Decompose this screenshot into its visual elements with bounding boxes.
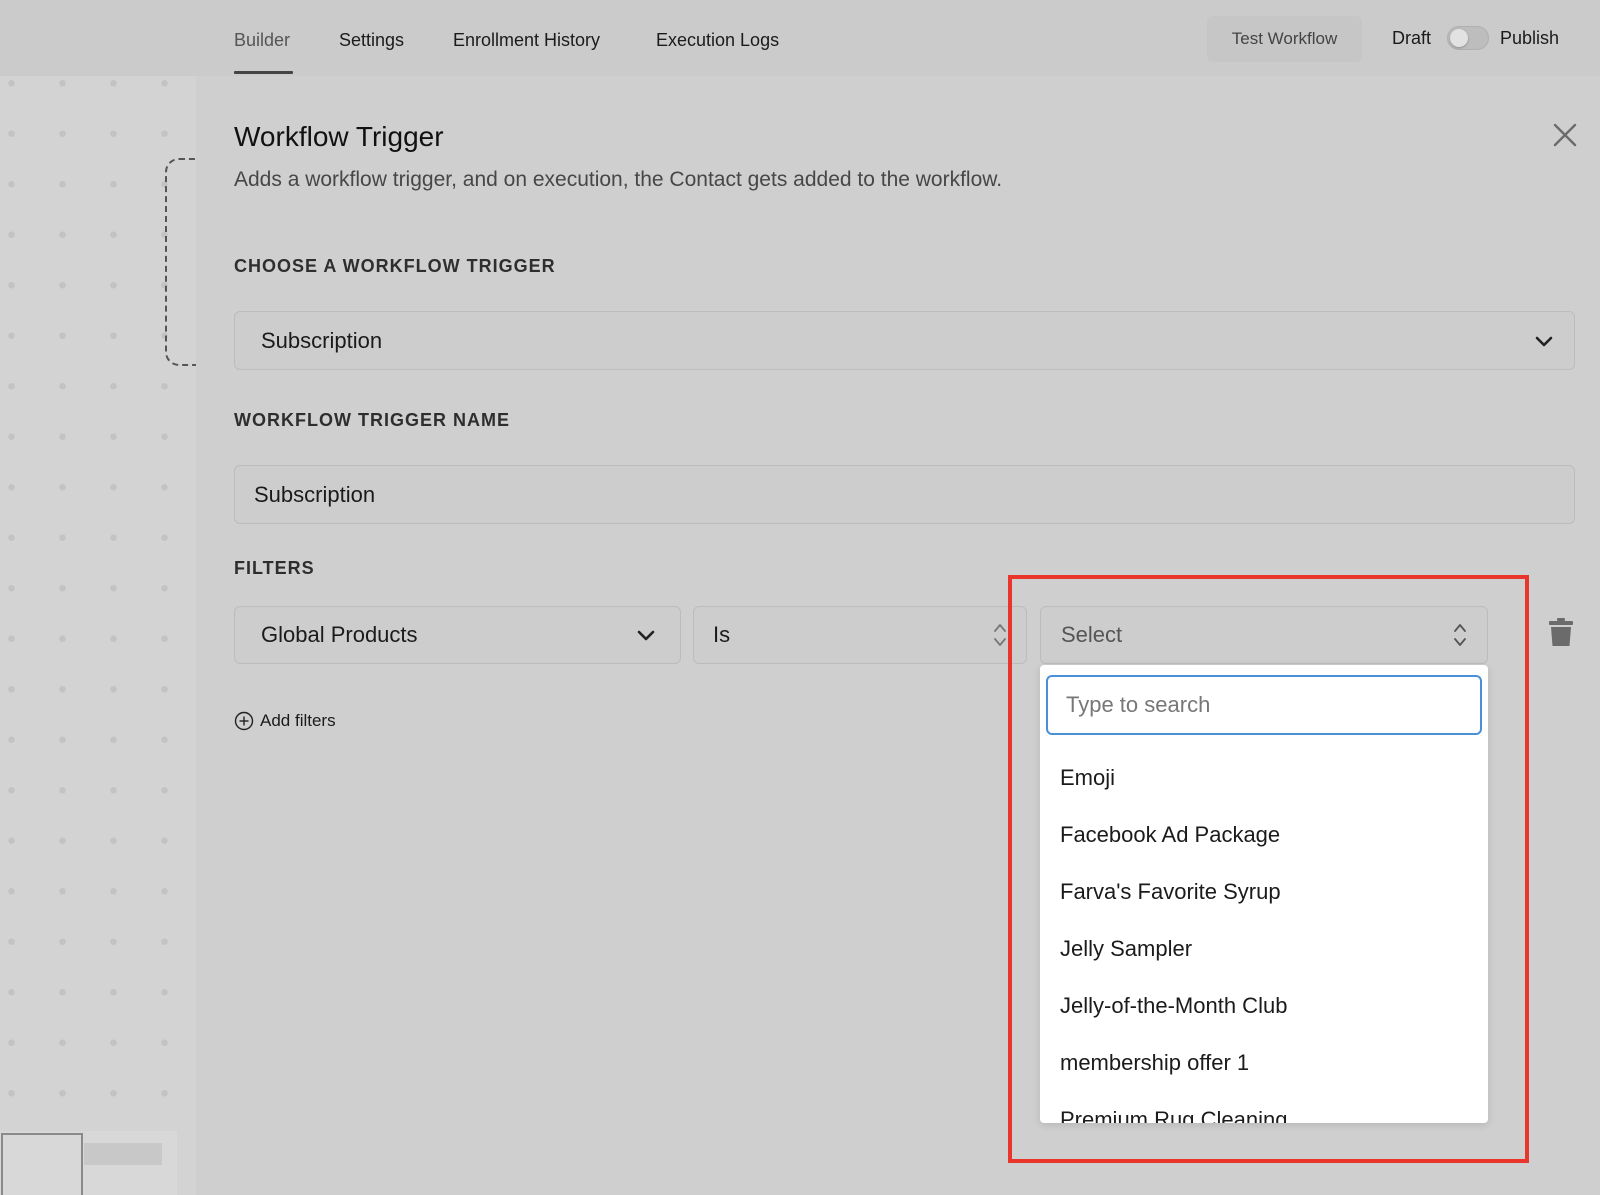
trigger-name-value: Subscription bbox=[254, 481, 376, 507]
panel-title: Workflow Trigger bbox=[234, 121, 444, 152]
updown-chevron-icon bbox=[994, 624, 1006, 646]
trigger-select-value: Subscription bbox=[261, 327, 383, 353]
add-filters-label: Add filters bbox=[260, 711, 336, 730]
publish-label: Publish bbox=[1500, 28, 1560, 48]
chevron-down-icon bbox=[1535, 336, 1553, 347]
tab-enrollment-history[interactable]: Enrollment History bbox=[453, 30, 600, 51]
filter-field-value: Global Products bbox=[261, 622, 418, 647]
filters-label: FILTERS bbox=[234, 558, 315, 578]
tab-execution-logs[interactable]: Execution Logs bbox=[656, 30, 779, 51]
toggle-knob bbox=[1450, 29, 1468, 47]
choose-trigger-label: CHOOSE A WORKFLOW TRIGGER bbox=[234, 256, 556, 276]
chevron-down-icon bbox=[637, 630, 655, 641]
trigger-name-input[interactable]: Subscription bbox=[234, 465, 1575, 524]
active-tab-indicator bbox=[234, 71, 293, 74]
trigger-select[interactable]: Subscription bbox=[234, 311, 1575, 370]
highlight-annotation bbox=[1008, 575, 1529, 1163]
trigger-name-label: WORKFLOW TRIGGER NAME bbox=[234, 410, 510, 430]
plus-circle-icon bbox=[234, 711, 254, 731]
close-icon[interactable] bbox=[1552, 122, 1578, 148]
add-filters-button[interactable]: Add filters bbox=[234, 711, 336, 731]
test-workflow-button[interactable]: Test Workflow bbox=[1207, 16, 1362, 62]
filter-operator-select[interactable]: Is bbox=[693, 606, 1027, 664]
tab-builder[interactable]: Builder bbox=[234, 30, 290, 51]
publish-toggle[interactable] bbox=[1447, 26, 1489, 50]
trash-icon[interactable] bbox=[1548, 617, 1574, 647]
panel-subtitle: Adds a workflow trigger, and on executio… bbox=[234, 168, 1003, 191]
minimap-viewport[interactable] bbox=[1, 1133, 83, 1195]
filter-operator-value: Is bbox=[713, 622, 731, 647]
filter-field-select[interactable]: Global Products bbox=[234, 606, 681, 664]
top-bar: Builder Settings Enrollment History Exec… bbox=[0, 0, 1600, 76]
draft-label: Draft bbox=[1392, 28, 1432, 48]
minimap-node bbox=[84, 1143, 162, 1165]
tab-settings[interactable]: Settings bbox=[339, 30, 404, 51]
